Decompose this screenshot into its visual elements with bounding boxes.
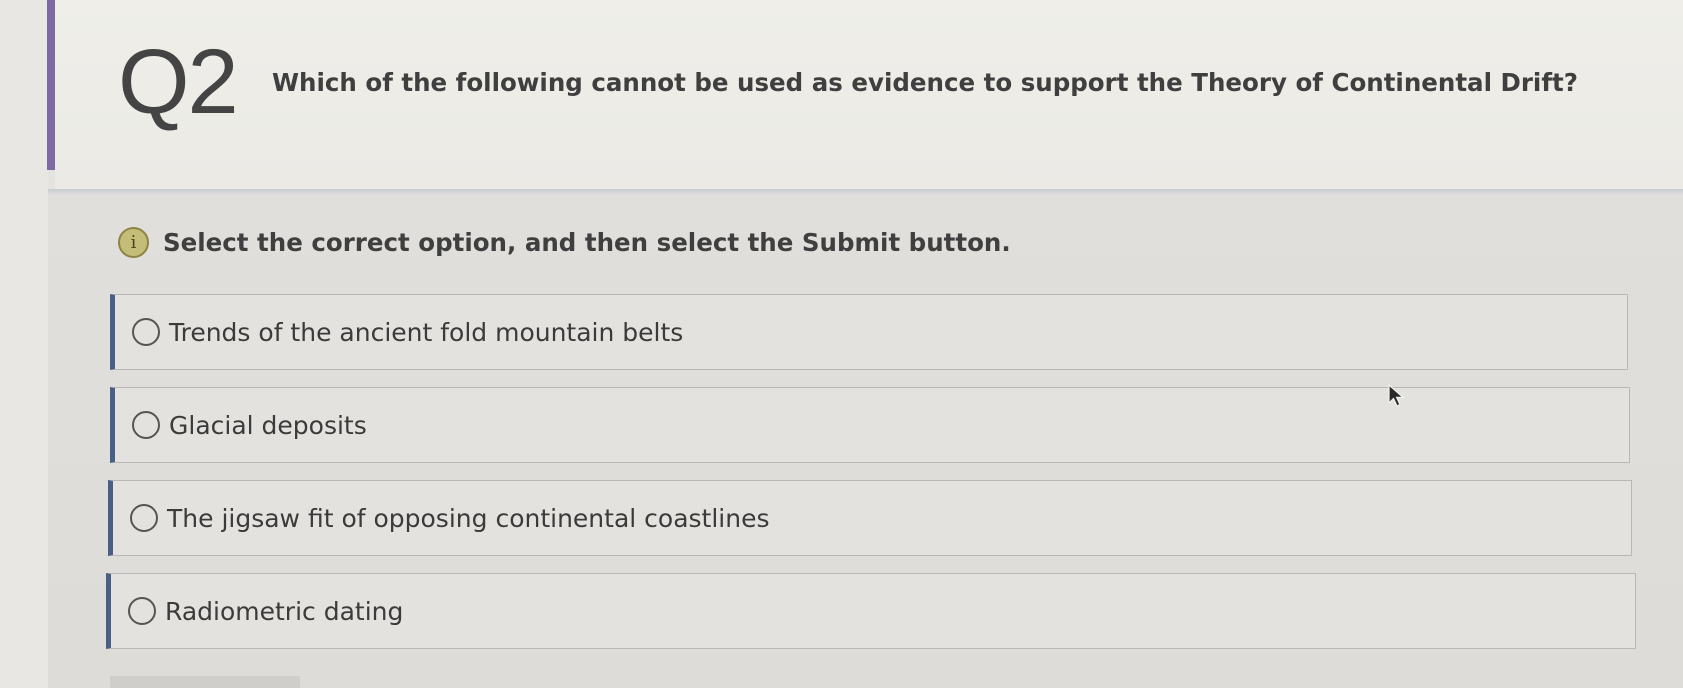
option-label: Glacial deposits [169, 410, 367, 440]
mouse-pointer-icon [1388, 383, 1406, 412]
option-4[interactable]: Radiometric dating [106, 573, 1636, 649]
instruction-text: Select the correct option, and then sele… [163, 228, 1011, 257]
option-1[interactable]: Trends of the ancient fold mountain belt… [110, 294, 1628, 370]
accent-bar [47, 0, 55, 170]
submit-button[interactable] [110, 676, 300, 688]
radio-button[interactable] [132, 318, 160, 346]
option-label: Radiometric dating [165, 596, 404, 626]
option-label: The jigsaw fit of opposing continental c… [167, 503, 770, 533]
info-icon: i [118, 227, 149, 258]
question-text: Which of the following cannot be used as… [272, 68, 1578, 97]
radio-button[interactable] [128, 597, 156, 625]
radio-button[interactable] [130, 504, 158, 532]
option-label: Trends of the ancient fold mountain belt… [169, 317, 684, 347]
instruction: i Select the correct option, and then se… [118, 227, 1011, 258]
question-number: Q2 [118, 31, 239, 133]
radio-button[interactable] [132, 411, 160, 439]
option-3[interactable]: The jigsaw fit of opposing continental c… [108, 480, 1632, 556]
left-gutter [0, 0, 48, 688]
